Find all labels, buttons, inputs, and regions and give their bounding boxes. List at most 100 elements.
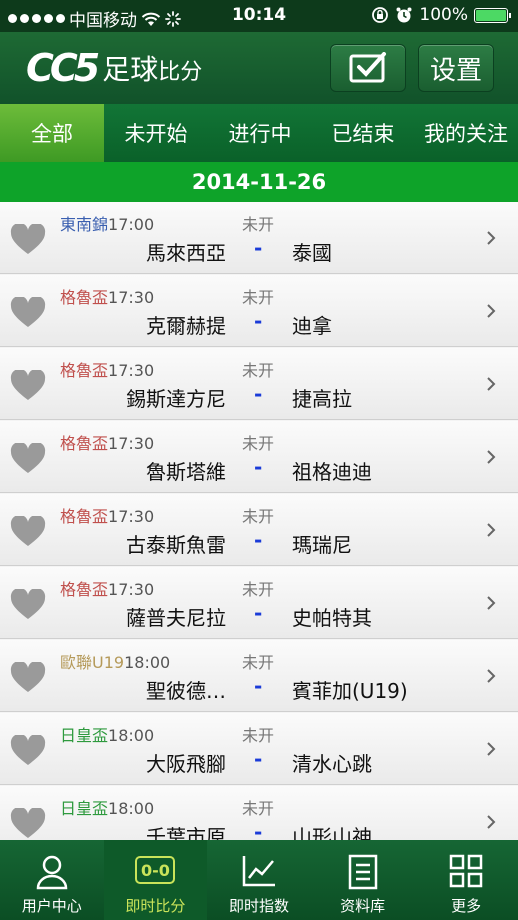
nav-user-center[interactable]: 用户中心: [0, 840, 104, 920]
match-time: 18:00: [124, 653, 171, 672]
match-status: 未开: [242, 653, 275, 672]
date-header: 2014-11-26: [0, 162, 518, 202]
nav-more[interactable]: 更多: [414, 840, 518, 920]
home-team: 聖彼德…: [146, 679, 226, 703]
document-icon: [348, 854, 377, 890]
logo-text-small: 比分: [158, 60, 203, 85]
chevron-right-icon: [487, 450, 496, 464]
chart-icon: [242, 856, 275, 887]
league-name: 格魯盃: [60, 507, 109, 526]
league-name: 格魯盃: [60, 580, 109, 599]
match-row[interactable]: 格魯盃17:30 未开 魯斯塔維 - 祖格迪迪: [0, 421, 518, 493]
away-team: 賓菲加(U19): [292, 679, 408, 703]
chevron-right-icon: [487, 596, 496, 610]
app-header: CC5 足球比分 设置: [0, 32, 518, 104]
match-row[interactable]: 歐聯U1918:00 未开 聖彼德… - 賓菲加(U19): [0, 640, 518, 712]
league-info: 日皇盃18:00: [60, 722, 154, 746]
chevron-right-icon: [487, 231, 496, 245]
nav-label: 用户中心: [21, 897, 82, 915]
tab-finished[interactable]: 已结束: [312, 104, 414, 162]
league-info: 東南錦17:00: [60, 211, 154, 235]
away-team: 祖格迪迪: [292, 460, 372, 484]
home-team: 馬來西亞: [146, 241, 226, 265]
home-team: 大阪飛腳: [146, 752, 226, 776]
match-time: 18:00: [108, 726, 155, 745]
filter-tabs: 全部 未开始 进行中 已结束 我的关注: [0, 104, 518, 162]
home-team: 千葉市原: [146, 825, 226, 840]
match-time: 17:30: [108, 507, 155, 526]
chevron-right-icon: [487, 669, 496, 683]
chevron-right-icon: [487, 523, 496, 537]
status-right: 100%: [371, 5, 511, 25]
match-row[interactable]: 格魯盃17:30 未开 克爾赫提 - 迪拿: [0, 275, 518, 347]
logo-mark: CC5: [26, 46, 100, 90]
match-status: 未开: [242, 726, 275, 745]
match-row[interactable]: 格魯盃17:30 未开 錫斯達方尼 - 捷高拉: [0, 348, 518, 420]
score-separator: -: [254, 601, 263, 625]
score-separator: -: [254, 820, 263, 840]
match-time: 17:30: [108, 580, 155, 599]
away-team: 捷高拉: [292, 387, 352, 411]
nav-label: 即时比分: [125, 897, 186, 915]
away-team: 史帕特其: [292, 606, 372, 630]
away-team: 清水心跳: [292, 752, 372, 776]
league-name: 日皇盃: [60, 726, 109, 745]
home-team: 克爾赫提: [146, 314, 226, 338]
settings-button[interactable]: 设置: [418, 44, 494, 92]
score-separator: -: [254, 674, 263, 698]
tab-all[interactable]: 全部: [0, 104, 104, 162]
league-info: 格魯盃17:30: [60, 503, 154, 527]
match-status: 未开: [242, 288, 275, 307]
score-icon-text: 0-0: [140, 860, 170, 880]
match-time: 18:00: [108, 799, 155, 818]
bottom-nav: 用户中心 0-0 即时比分 即时指数 资料库 更多: [0, 840, 518, 920]
home-team: 錫斯達方尼: [126, 387, 226, 411]
tab-my-follows[interactable]: 我的关注: [414, 104, 518, 162]
chevron-right-icon: [487, 377, 496, 391]
nav-live-odds[interactable]: 即时指数: [207, 840, 311, 920]
match-row[interactable]: 格魯盃17:30 未开 古泰斯魚雷 - 瑪瑞尼: [0, 494, 518, 566]
tab-not-started[interactable]: 未开始: [104, 104, 208, 162]
score-separator: -: [254, 382, 263, 406]
match-time: 17:30: [108, 361, 155, 380]
chevron-right-icon: [487, 742, 496, 756]
heart-icon[interactable]: [10, 516, 46, 548]
away-team: 山形山神: [292, 825, 372, 840]
heart-icon[interactable]: [10, 662, 46, 694]
status-bar: 中国移动 10:14 100%: [0, 0, 518, 32]
home-team: 古泰斯魚雷: [126, 533, 226, 557]
check-button[interactable]: [330, 44, 406, 92]
match-row[interactable]: 日皇盃18:00 未开 大阪飛腳 - 清水心跳: [0, 713, 518, 785]
nav-database[interactable]: 资料库: [311, 840, 415, 920]
rotation-lock-icon: [372, 7, 389, 23]
match-row[interactable]: 格魯盃17:30 未开 薩普夫尼拉 - 史帕特其: [0, 567, 518, 639]
match-time: 17:30: [108, 434, 155, 453]
heart-icon[interactable]: [10, 589, 46, 621]
league-info: 日皇盃18:00: [60, 795, 154, 819]
heart-icon[interactable]: [10, 443, 46, 475]
heart-icon[interactable]: [10, 370, 46, 402]
match-status: 未开: [242, 580, 275, 599]
match-row[interactable]: 日皇盃18:00 未开 千葉市原 - 山形山神: [0, 786, 518, 840]
heart-icon[interactable]: [10, 735, 46, 767]
match-status: 未开: [242, 215, 275, 234]
league-info: 格魯盃17:30: [60, 357, 154, 381]
heart-icon[interactable]: [10, 224, 46, 256]
user-icon: [36, 855, 68, 890]
heart-icon[interactable]: [10, 297, 46, 329]
match-status: 未开: [242, 799, 275, 818]
away-team: 迪拿: [292, 314, 332, 338]
match-status: 未开: [242, 434, 275, 453]
away-team: 泰國: [292, 241, 332, 265]
tab-in-progress[interactable]: 进行中: [208, 104, 312, 162]
nav-live-score[interactable]: 0-0 即时比分: [103, 840, 208, 920]
chevron-right-icon: [487, 304, 496, 318]
match-row[interactable]: 東南錦17:00 未开 馬來西亞 - 泰國: [0, 202, 518, 274]
league-name: 日皇盃: [60, 799, 109, 818]
away-team: 瑪瑞尼: [292, 533, 352, 557]
score-separator: -: [254, 309, 263, 333]
league-info: 格魯盃17:30: [60, 284, 154, 308]
heart-icon[interactable]: [10, 808, 46, 840]
match-time: 17:00: [108, 215, 155, 234]
league-name: 東南錦: [60, 215, 109, 234]
